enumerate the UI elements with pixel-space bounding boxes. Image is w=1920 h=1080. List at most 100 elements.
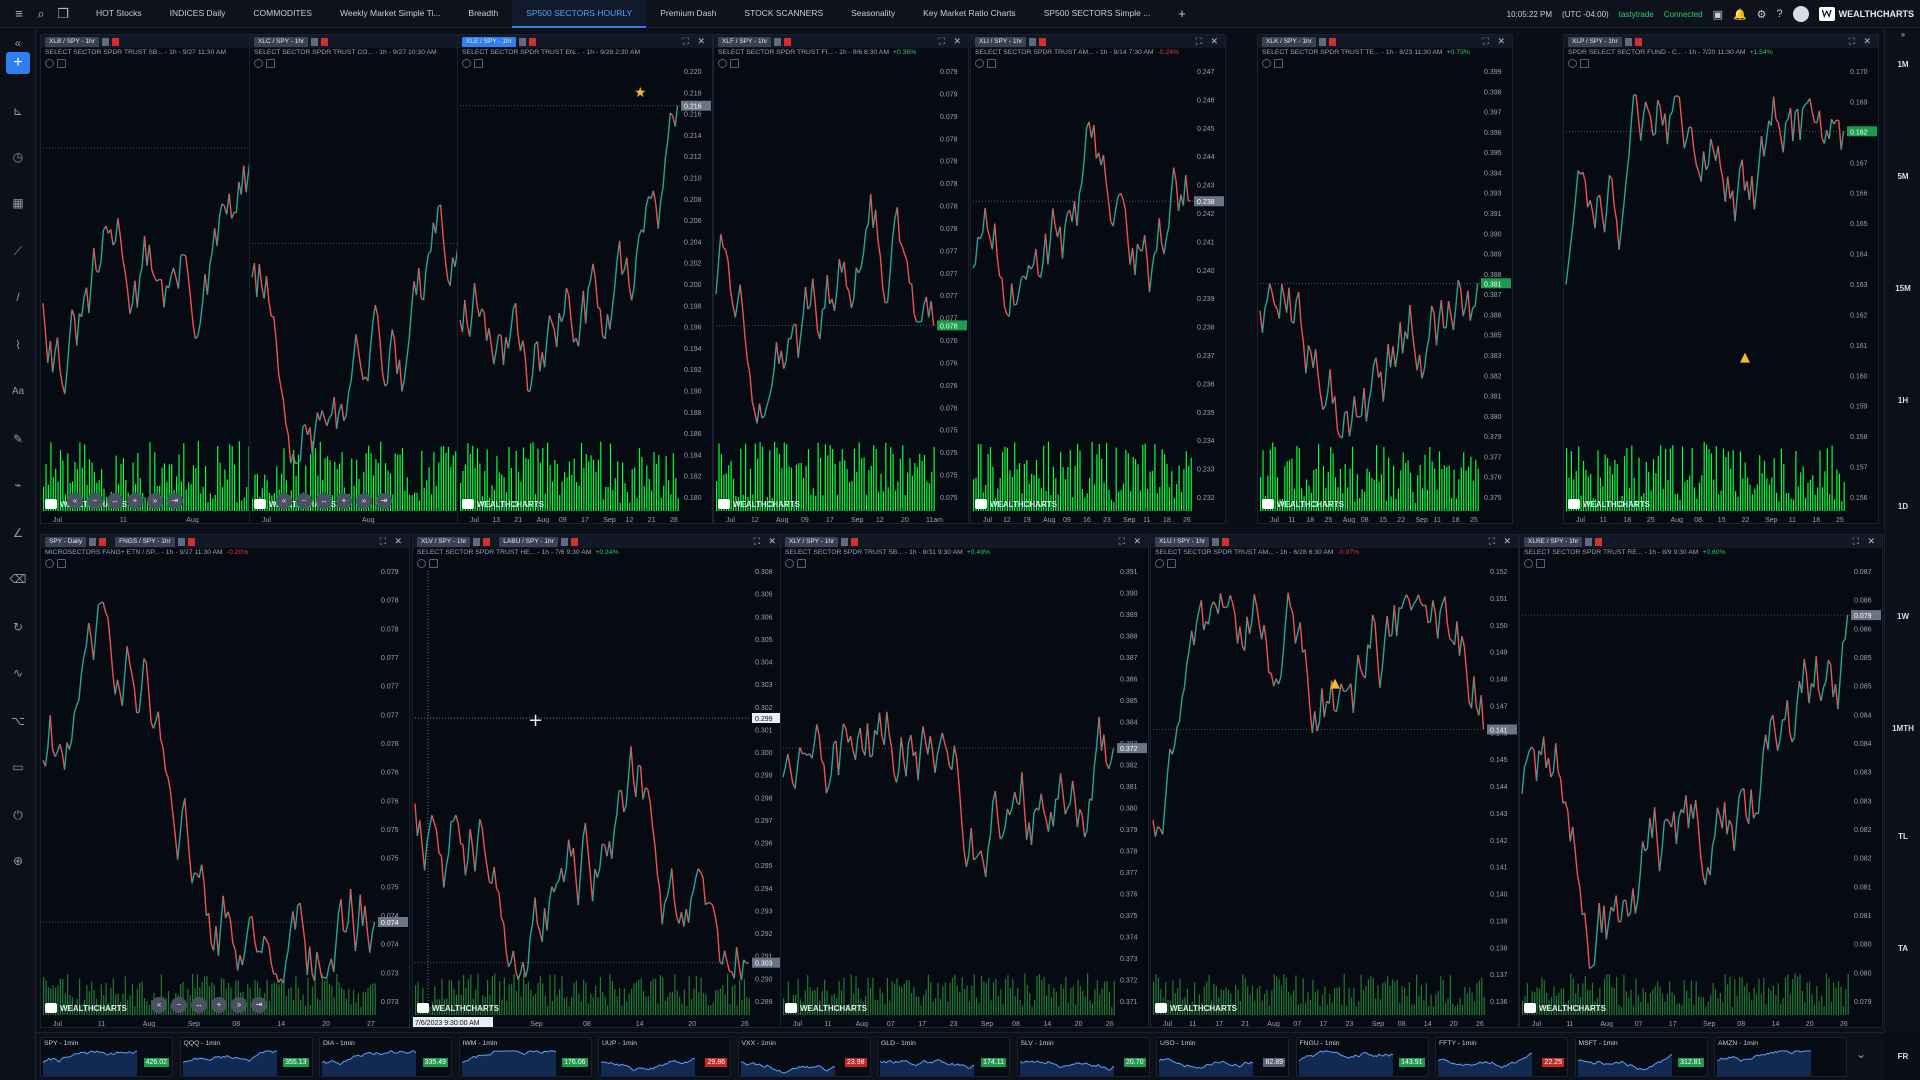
zoom-in-icon[interactable]: + [336, 493, 352, 509]
refresh-icon[interactable]: ↻ [6, 616, 30, 638]
price-chart[interactable]: 0.1520.1510.1500.1490.1480.1470.1460.145… [1151, 535, 1519, 1028]
timeframe-1w[interactable]: 1W [1885, 612, 1920, 621]
line-tool-icon[interactable]: / [6, 286, 30, 308]
zoom-out-icon[interactable]: − [87, 493, 103, 509]
shape-tool-icon[interactable]: ⌇ [6, 334, 30, 356]
chart-panel-3[interactable]: XLF / SPY - 1hr ⛶ ✕ SELECT SECTOR SPDR TRU… [713, 34, 969, 524]
power-icon[interactable]: ⏻ [6, 804, 30, 826]
tab-seasonality[interactable]: Seasonality [837, 0, 909, 28]
scroll-end-icon[interactable]: » [231, 997, 247, 1013]
chart-panel-9[interactable]: XLY / SPY - 1hr ⛶ ✕ SELECT SECTOR SPDR TRU… [780, 534, 1149, 1028]
search-icon[interactable]: ⌕ [30, 0, 52, 28]
price-chart[interactable]: 0.2470.2460.2450.2440.2430.2420.2410.240… [971, 35, 1226, 524]
warning-icon[interactable]: ▲ [1740, 350, 1750, 365]
eraser-icon[interactable]: ⌫ [6, 568, 30, 590]
layouts-icon[interactable]: ❐ [52, 0, 74, 28]
tab-indices-daily[interactable]: INDICES Daily [156, 0, 240, 28]
reset-icon[interactable]: ⇥ [167, 493, 183, 509]
tab-weekly-market-simple-ti[interactable]: Weekly Market Simple Ti... [326, 0, 454, 28]
expand-right-icon[interactable]: » [1885, 30, 1920, 39]
indicator-icon[interactable]: ∿ [6, 662, 30, 684]
timeframe-ta[interactable]: TA [1885, 944, 1920, 953]
tab-sp500-sectors-hourly[interactable]: SP500 SECTORS HOURLY [512, 0, 647, 28]
zoom-out-icon[interactable]: − [171, 997, 187, 1013]
mini-chart-ffty[interactable]: FFTY - 1min 22.25 [1435, 1037, 1568, 1077]
mini-chart-fngu[interactable]: FNGU - 1min 143.91 [1295, 1037, 1429, 1077]
fit-icon[interactable]: ↔ [316, 493, 332, 509]
timeframe-fr[interactable]: FR [1885, 1052, 1920, 1061]
timeframe-5m[interactable]: 5M [1885, 172, 1920, 181]
price-chart[interactable]: 0.3080.3060.3060.3050.3040.3030.3020.301… [413, 535, 784, 1028]
price-chart[interactable]: 0.3990.3980.3970.3960.3950.3940.3930.391… [1258, 35, 1513, 524]
mini-chart-spy[interactable]: SPY - 1min 426.02 [40, 1037, 173, 1077]
chart-panel-8[interactable]: XLV / SPY - 1hr LABU / SPY - 1hr ⛶ ✕ SELECT… [412, 534, 784, 1028]
price-chart[interactable]: 0.0790.0780.0780.0770.0770.0770.0760.076… [41, 535, 410, 1028]
mini-chart-uup[interactable]: UUP - 1min 29.86 [598, 1037, 731, 1077]
scroll-end-icon[interactable]: » [147, 493, 163, 509]
fit-icon[interactable]: ↔ [191, 997, 207, 1013]
timeframe-15m[interactable]: 15M [1885, 284, 1920, 293]
zoom-out-icon[interactable]: − [296, 493, 312, 509]
price-chart[interactable]: 0.3910.3900.3890.3880.3870.3860.3850.384… [781, 535, 1149, 1028]
tab-stock-scanners[interactable]: STOCK SCANNERS [730, 0, 837, 28]
help-icon[interactable]: ? [1777, 8, 1783, 20]
avatar[interactable] [1792, 6, 1809, 22]
reset-icon[interactable]: ⇥ [251, 997, 267, 1013]
save-icon[interactable]: ▣ [1713, 8, 1723, 21]
chart-panel-2[interactable]: XLE / SPY - 1hr ⛶ ✕ SELECT SECTOR SPDR TRU… [457, 34, 713, 524]
timezone[interactable]: (UTC -04:00) [1562, 10, 1609, 19]
chart-panel-6[interactable]: XLP / SPY - 1hr ⛶ ✕ SPDR SELECT SECTOR FUN… [1563, 34, 1879, 524]
pencil-icon[interactable]: ✎ [6, 428, 30, 450]
price-chart[interactable]: 0.1700.1690.1680.1670.1660.1650.1640.163… [1564, 35, 1879, 524]
tab-premium-dash[interactable]: Premium Dash [646, 0, 730, 28]
scroll-start-icon[interactable]: « [151, 997, 167, 1013]
angle-icon[interactable]: ∠ [6, 522, 30, 544]
fit-icon[interactable]: ↔ [107, 493, 123, 509]
mini-chart-iwm[interactable]: IWM - 1min 176.06 [458, 1037, 592, 1077]
mini-chart-vxx[interactable]: VXX - 1min 23.98 [737, 1037, 871, 1077]
timeframe-1h[interactable]: 1H [1885, 396, 1920, 405]
ruler-icon[interactable]: ⊾ [6, 100, 30, 122]
chart-panel-10[interactable]: XLU / SPY - 1hr ⛶ ✕ SELECT SECTOR SPDR TRU… [1150, 534, 1519, 1028]
chart-panel-4[interactable]: XLI / SPY - 1hr ⛶ ✕ SELECT SECTOR SPDR TRU… [970, 34, 1226, 524]
price-chart[interactable]: 0.2200.2180.2160.2140.2120.2100.2080.206… [458, 35, 713, 524]
mini-chart-dia[interactable]: DIA - 1min 335.49 [319, 1037, 452, 1077]
text-tool-icon[interactable]: Aa [6, 380, 30, 402]
timeframe-1mth[interactable]: 1MTH [1885, 724, 1920, 733]
tab-breadth[interactable]: Breadth [454, 0, 512, 28]
broker-name[interactable]: tastytrade [1619, 10, 1654, 19]
timeframe-1d[interactable]: 1D [1885, 502, 1920, 511]
globe-icon[interactable]: ⊕ [6, 850, 30, 872]
strategy-icon[interactable]: ⌥ [6, 710, 30, 732]
mini-chart-uso[interactable]: USO - 1min 82.89 [1156, 1037, 1289, 1077]
timeframe-1m[interactable]: 1M [1885, 60, 1920, 69]
mini-chart-slv[interactable]: SLV - 1min 20.70 [1016, 1037, 1150, 1077]
scroll-end-icon[interactable]: » [356, 493, 372, 509]
window-icon[interactable]: ▭ [6, 756, 30, 778]
brush-icon[interactable]: ⌁ [6, 474, 30, 496]
price-chart[interactable]: 0.0790.0790.0790.0780.0780.0780.0780.078… [714, 35, 969, 524]
mini-chart-qqq[interactable]: QQQ - 1min 355.13 [179, 1037, 313, 1077]
price-chart[interactable]: 0.0870.0860.0860.0850.0850.0840.0840.083… [1520, 535, 1883, 1028]
chevron-down-icon[interactable]: ⌄ [1856, 1047, 1866, 1061]
mini-chart-amzn[interactable]: AMZN - 1min [1714, 1037, 1847, 1077]
gear-icon[interactable]: ⚙ [1757, 8, 1767, 21]
trend-icon[interactable]: ⟋ [6, 240, 30, 262]
tab-key-market-ratio-charts[interactable]: Key Market Ratio Charts [909, 0, 1030, 28]
collapse-icon[interactable]: « [6, 32, 30, 54]
zoom-in-icon[interactable]: + [127, 493, 143, 509]
zoom-in-icon[interactable]: + [211, 997, 227, 1013]
timeframe-tl[interactable]: TL [1885, 832, 1920, 841]
reset-icon[interactable]: ⇥ [376, 493, 392, 509]
warning-icon[interactable]: ▲ [1330, 676, 1340, 691]
mini-chart-msft[interactable]: MSFT - 1min 312.81 [1574, 1037, 1708, 1077]
add-chart-button[interactable]: + [6, 52, 30, 74]
chart-panel-7[interactable]: SPY - Daily FNGS / SPY - 1hr ⛶ ✕ MICROSECTO… [40, 534, 410, 1028]
mini-chart-gld[interactable]: GLD - 1min 174.11 [877, 1037, 1010, 1077]
tab-hot-stocks[interactable]: HOT Stocks [82, 0, 156, 28]
calendar-icon[interactable]: ▦ [6, 192, 30, 214]
tab-commodites[interactable]: COMMODITES [239, 0, 326, 28]
star-icon[interactable]: ★ [634, 85, 647, 101]
menu-icon[interactable]: ≡ [8, 0, 30, 28]
scroll-start-icon[interactable]: « [276, 493, 292, 509]
